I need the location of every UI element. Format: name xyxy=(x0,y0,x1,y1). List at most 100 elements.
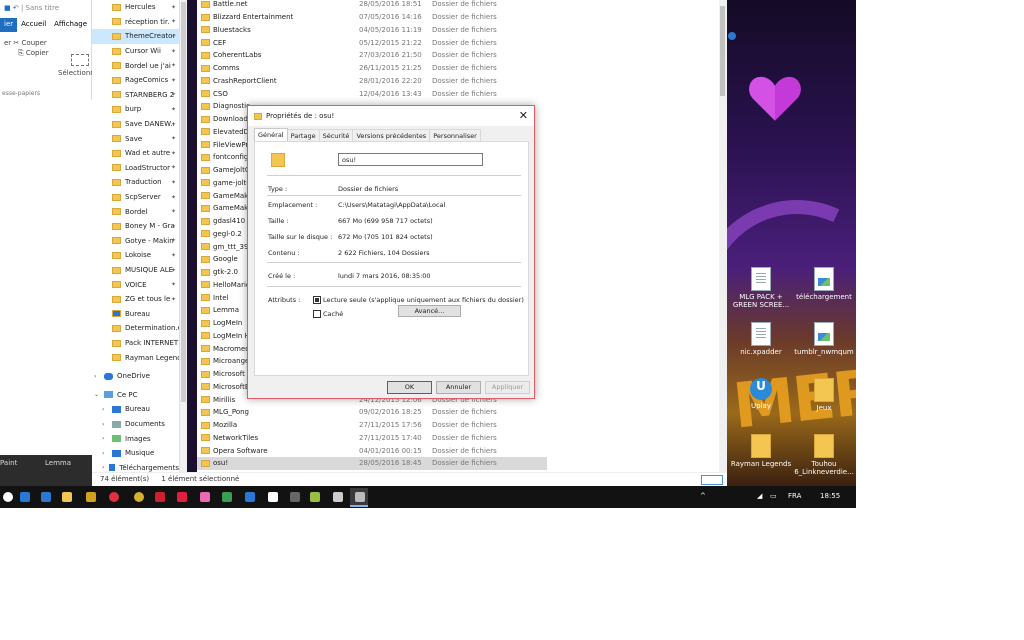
chevron-right-icon[interactable]: › xyxy=(102,435,112,442)
desktop-icon-xpadder[interactable]: nic.xpadder xyxy=(730,322,792,356)
nav-item-quick-access[interactable]: Wad et autre ✦ xyxy=(92,146,179,161)
heart-app-icon[interactable] xyxy=(177,492,187,502)
nav-item-quick-access[interactable]: Save ✦ xyxy=(92,131,179,146)
nav-item-quick-access[interactable]: ZG et tous le ✦ xyxy=(92,292,179,307)
desktop-icon-rayman[interactable]: Rayman Legends xyxy=(730,434,792,468)
file-row[interactable]: Battle.net 28/05/2016 18:51 Dossier de fic… xyxy=(197,0,547,11)
nav-item-pc-child[interactable]: › Images xyxy=(100,431,179,446)
readonly-checkbox[interactable] xyxy=(313,296,321,304)
file-row[interactable]: CSO 12/04/2016 13:43 Dossier de fichiers xyxy=(197,87,547,100)
cut-button[interactable]: Couper xyxy=(22,39,47,47)
file-row[interactable]: CoherentLabs 27/03/2016 21:50 Dossier de f… xyxy=(197,49,547,62)
nav-item-quick-access[interactable]: STARNBERG 2 ✦ xyxy=(92,88,179,103)
file-row[interactable]: CrashReportClient 28/01/2016 22:20 Dossier… xyxy=(197,75,547,88)
app-dark-icon[interactable] xyxy=(290,492,300,502)
network-icon[interactable]: ◢ xyxy=(757,492,762,500)
nav-item-quick-access[interactable]: burp ✦ xyxy=(92,102,179,117)
ok-button[interactable]: OK xyxy=(387,381,432,394)
nav-item-extra[interactable]: Pack INTERNET xyxy=(92,336,179,351)
clock[interactable]: 18:55 xyxy=(820,492,840,500)
nav-item-pc-child[interactable]: › Musique xyxy=(100,446,179,461)
file-list-scrollbar[interactable] xyxy=(719,0,727,472)
osu-icon[interactable] xyxy=(200,492,210,502)
steam-icon[interactable] xyxy=(355,492,365,502)
file-list-scrollbar-thumb[interactable] xyxy=(720,6,725,96)
tab-securite[interactable]: Sécurité xyxy=(318,129,354,141)
nav-item-pc-child[interactable]: › Documents xyxy=(100,417,179,432)
file-row[interactable]: MLG_Pong 09/02/2016 18:25 Dossier de fichi… xyxy=(197,406,547,419)
app-red-icon[interactable] xyxy=(155,492,165,502)
nav-item-extra[interactable]: Rayman Legends xyxy=(92,350,179,365)
tab-versions[interactable]: Versions précédentes xyxy=(352,129,431,141)
nav-item-quick-access[interactable]: Hercules ✦ xyxy=(92,0,179,15)
folder-name-input[interactable] xyxy=(338,153,483,166)
nav-item-quick-access[interactable]: Save DANEW.. ✦ xyxy=(92,117,179,132)
nav-scrollbar-thumb[interactable] xyxy=(181,2,186,402)
chevron-right-icon[interactable]: › xyxy=(94,373,104,380)
tab-affichage[interactable]: Affichage xyxy=(50,18,91,32)
nav-item-pc-child[interactable]: › Téléchargements xyxy=(100,461,179,472)
thumb-label-left[interactable]: Paint xyxy=(0,459,17,467)
file-row[interactable]: Blizzard Entertainment 07/05/2016 14:16 Do… xyxy=(197,11,547,24)
apply-button[interactable]: Appliquer xyxy=(485,381,530,394)
nav-item-quick-access[interactable]: RageComics ✦ xyxy=(92,73,179,88)
chevron-down-icon[interactable]: ⌄ xyxy=(94,391,104,398)
cancel-button[interactable]: Annuler xyxy=(436,381,481,394)
desktop-icon-touhou[interactable]: Touhou 6_Linkneverdie... xyxy=(793,434,855,476)
chevron-right-icon[interactable]: › xyxy=(102,464,109,471)
nav-item-quick-access[interactable]: Bordel ue j'ai ✦ xyxy=(92,58,179,73)
cut-icon[interactable]: ✂ xyxy=(13,39,19,47)
chevron-right-icon[interactable]: › xyxy=(102,406,112,413)
file-row[interactable]: Opera Software 04/01/2016 00:15 Dossier de… xyxy=(197,444,547,457)
nav-item-pc-child[interactable]: › Bureau xyxy=(100,402,179,417)
gamepad-icon[interactable] xyxy=(333,492,343,502)
nav-item-quick-access[interactable]: Lokoise ✦ xyxy=(92,248,179,263)
file-row[interactable]: Mozilla 27/11/2015 17:56 Dossier de fichie… xyxy=(197,419,547,432)
store-icon[interactable] xyxy=(41,492,51,502)
nav-item-quick-access[interactable]: Cursor Wii ✦ xyxy=(92,44,179,59)
select-icon[interactable] xyxy=(70,54,89,66)
tab-accueil[interactable]: Accueil xyxy=(17,18,50,32)
paste-short-label[interactable]: er xyxy=(4,39,11,47)
language-indicator[interactable]: FRA xyxy=(788,492,801,500)
thumb-label-lemma[interactable]: Lemma xyxy=(45,459,71,467)
tab-fichier[interactable]: ier xyxy=(0,18,18,32)
nav-item-extra[interactable]: Bureau xyxy=(92,307,179,322)
desktop-icon-mlg-pack[interactable]: MLG PACK + GREEN SCREE... xyxy=(730,267,792,309)
nav-item-quick-access[interactable]: VOICE ✦ xyxy=(92,277,179,292)
file-row[interactable]: Comms 26/11/2015 21:25 Dossier de fichiers xyxy=(197,62,547,75)
nav-item-quick-access[interactable]: Traduction ✦ xyxy=(92,175,179,190)
chrome-icon[interactable] xyxy=(134,492,144,502)
start-icon[interactable] xyxy=(3,492,13,502)
explorer-icon[interactable] xyxy=(62,492,72,502)
nav-item-quick-access[interactable]: Boney M - Gra ✦ xyxy=(92,219,179,234)
nav-item-quick-access[interactable]: Bordel ✦ xyxy=(92,204,179,219)
nav-item-quick-access[interactable]: ThemeCreator ✦ xyxy=(92,29,179,44)
desktop-icon-telechargement[interactable]: téléchargement xyxy=(793,267,855,301)
nav-item-quick-access[interactable]: Gotye - Makin ✦ xyxy=(92,234,179,249)
app-icon[interactable] xyxy=(222,492,232,502)
chevron-right-icon[interactable]: › xyxy=(102,421,112,428)
action-center-icon[interactable]: ▭ xyxy=(770,492,777,500)
chevron-right-icon[interactable]: › xyxy=(102,450,112,457)
document-icon[interactable] xyxy=(268,492,278,502)
desktop-icon-tumblr[interactable]: tumblr_nwmqum xyxy=(793,322,855,356)
copy-button[interactable]: Copier xyxy=(26,49,49,57)
view-toggle-icon[interactable] xyxy=(701,475,723,485)
save-icon[interactable]: ■ xyxy=(4,4,11,12)
tab-partage[interactable]: Partage xyxy=(286,129,320,141)
desktop-icon-jeux[interactable]: Jeux xyxy=(793,378,855,412)
file-row[interactable]: CEF 05/12/2015 21:22 Dossier de fichiers xyxy=(197,36,547,49)
nav-item-quick-access[interactable]: réception tir. ✦ xyxy=(92,15,179,30)
copy-icon[interactable]: ⎘ xyxy=(18,49,24,57)
close-icon[interactable]: ✕ xyxy=(519,109,528,122)
file-row[interactable]: NetworkTiles 27/11/2015 17:40 Dossier de f… xyxy=(197,432,547,445)
nav-item-extra[interactable]: Determination.ex xyxy=(92,321,179,336)
file-row[interactable]: Bluestacks 04/05/2016 11:19 Dossier de fic… xyxy=(197,24,547,37)
nav-scrollbar[interactable] xyxy=(179,0,187,472)
tab-personnaliser[interactable]: Personnaliser xyxy=(429,129,481,141)
file-row[interactable]: osu! 28/05/2016 18:45 Dossier de fichiers xyxy=(197,457,547,470)
tab-general[interactable]: Général xyxy=(254,128,288,141)
undo-icon[interactable]: ↶ xyxy=(13,4,19,12)
help-icon[interactable] xyxy=(728,32,736,40)
